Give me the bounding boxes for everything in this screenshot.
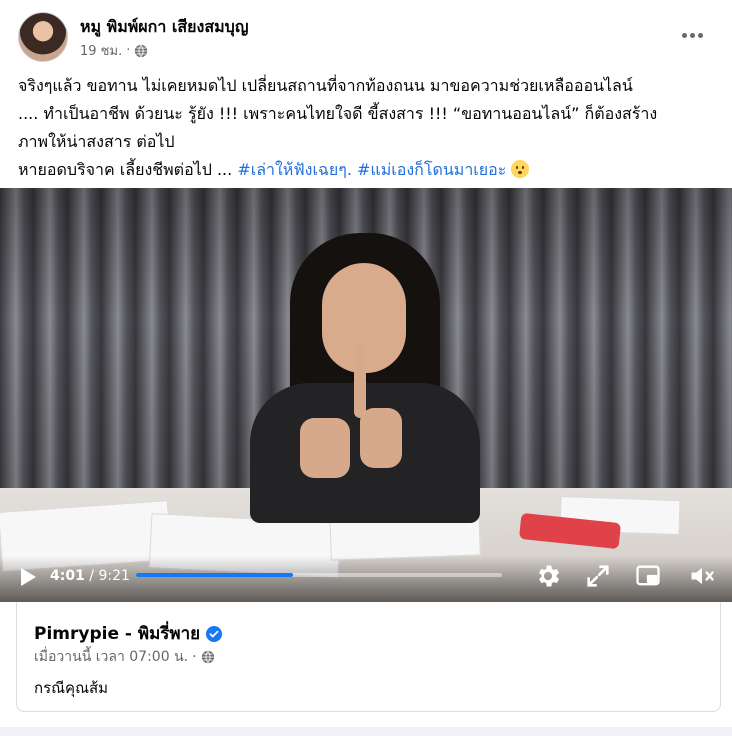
caption-line: .... ทำเป็นอาชีพ ด้วยนะ รู้ยัง !!! เพราะ… (18, 104, 658, 123)
video-player[interactable]: 4:01 / 9:21 (0, 188, 732, 602)
fullscreen-icon[interactable] (584, 562, 612, 590)
shared-timestamp[interactable]: เมื่อวานนี้ เวลา 07:00 น. (34, 646, 188, 668)
shared-meta: เมื่อวานนี้ เวลา 07:00 น. · (34, 646, 215, 668)
more-options-button[interactable] (674, 20, 710, 50)
more-dot-icon (689, 32, 695, 38)
shared-page-name-text: Pimrypie - พิมรี่พาย (34, 624, 201, 644)
post-meta: 19 ชม. · (80, 40, 148, 61)
caption-line: ภาพให้น่าสงสาร ต่อไป (18, 132, 175, 151)
video-time: 4:01 / 9:21 (50, 566, 130, 586)
shared-post-card[interactable]: Pimrypie - พิมรี่พาย เมื่อวานนี้ เวลา 07… (16, 602, 721, 712)
picture-in-picture-icon[interactable] (634, 562, 662, 590)
caption-line: หายอดบริจาค เลี้ยงชีพต่อไป ... #เล่าให้ฟ… (18, 156, 718, 184)
play-icon[interactable] (18, 566, 38, 588)
more-dot-icon (697, 32, 703, 38)
post-caption: จริงๆแล้ว ขอทาน ไม่เคยหมดไป เปลี่ยนสถานท… (18, 72, 718, 184)
video-person (250, 233, 480, 523)
hashtag-link[interactable]: #เล่าให้ฟังเฉยๆ. (237, 160, 352, 179)
post-card: หมู พิมพ์ผกา เสียงสมบุญ 19 ชม. · จริงๆแล… (0, 0, 732, 727)
author-avatar[interactable] (18, 12, 68, 62)
caption-line: จริงๆแล้ว ขอทาน ไม่เคยหมดไป เปลี่ยนสถานท… (18, 76, 633, 95)
post-header: หมู พิมพ์ผกา เสียงสมบุญ 19 ชม. · (0, 0, 732, 72)
more-dot-icon (681, 32, 687, 38)
person-finger (354, 343, 366, 418)
video-progress-bar[interactable] (136, 573, 502, 577)
person-hand (300, 418, 350, 478)
caption-text: หายอดบริจาค เลี้ยงชีพต่อไป ... (18, 160, 238, 179)
shared-post-text: กรณีคุณส้ม (34, 679, 109, 697)
mute-icon[interactable] (688, 562, 716, 590)
person-hand (360, 408, 402, 468)
frowning-face-emoji-icon (511, 160, 530, 178)
shared-page-name[interactable]: Pimrypie - พิมรี่พาย (34, 620, 223, 647)
globe-icon[interactable] (134, 44, 148, 58)
meta-separator: · (126, 43, 131, 58)
current-time: 4:01 (50, 568, 85, 584)
hashtag-link[interactable]: #แม่เองก็โดนมาเยอะ (357, 160, 506, 179)
verified-badge-icon (206, 625, 223, 642)
author-name[interactable]: หมู พิมพ์ผกา เสียงสมบุญ (80, 15, 248, 40)
progress-fill (136, 573, 293, 577)
globe-icon[interactable] (201, 650, 215, 664)
time-separator: / (84, 568, 99, 584)
post-timestamp[interactable]: 19 ชม. (80, 40, 122, 61)
duration: 9:21 (98, 568, 130, 584)
meta-separator: · (192, 649, 197, 665)
settings-icon[interactable] (534, 562, 562, 590)
